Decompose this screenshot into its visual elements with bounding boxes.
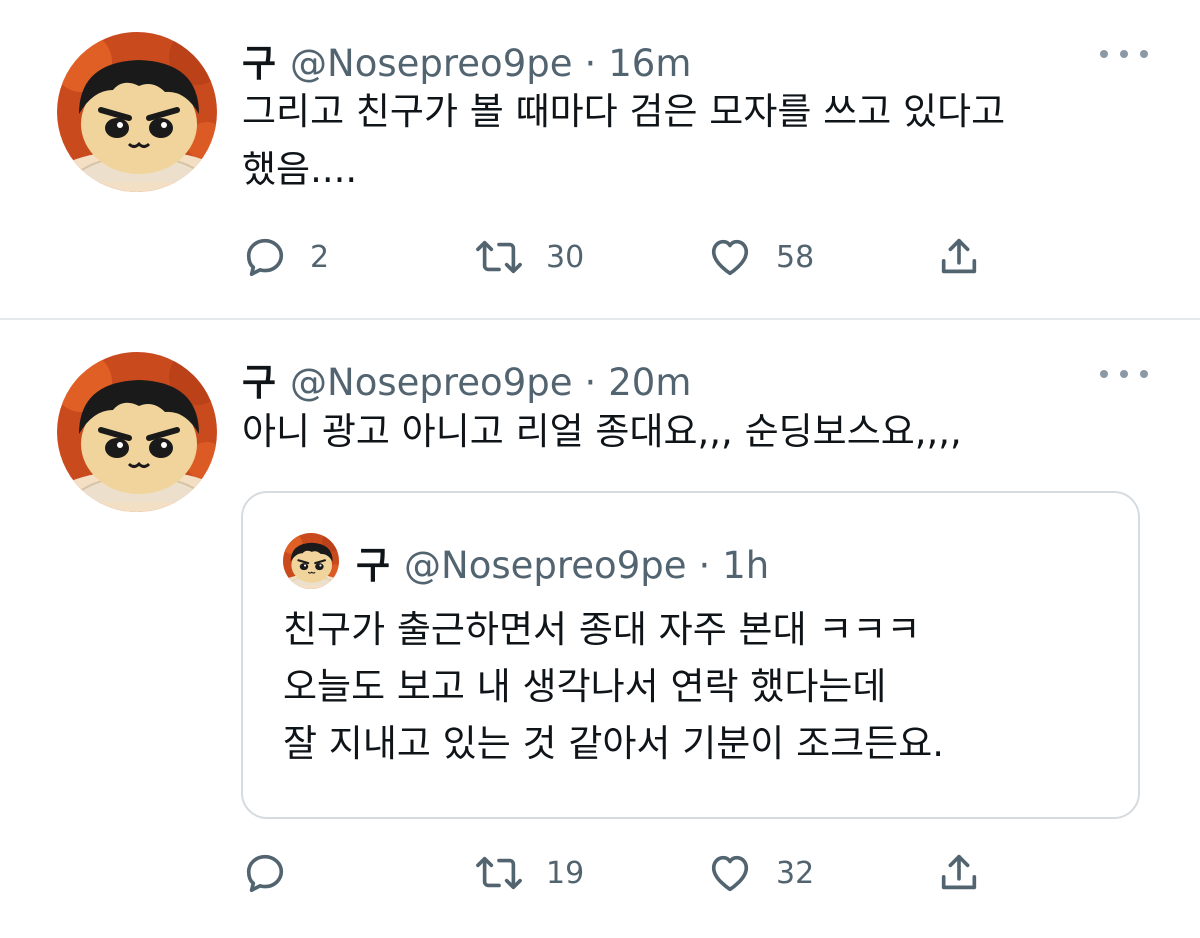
action-bar: 19 32 [242,848,1002,898]
quoted-timestamp[interactable]: 1h [722,544,769,587]
tweet-text: 그리고 친구가 볼 때마다 검은 모자를 쓰고 있다고 했음.... [242,83,1142,199]
reply-count: 2 [310,239,330,275]
tweet[interactable]: 구 @Nosepreo9pe · 16m 그리고 친구가 볼 때마다 검은 모자… [0,0,1200,320]
tweet-text-line: 했음.... [242,148,358,191]
quoted-text-line: 친구가 출근하면서 종대 자주 본대 ㅋㅋㅋ [283,608,921,651]
quoted-avatar[interactable] [283,533,339,589]
display-name[interactable]: 구 [242,352,276,406]
more-icon[interactable] [1100,42,1148,66]
more-icon[interactable] [1100,362,1148,386]
reply-icon [246,854,284,893]
retweet-count: 19 [546,855,585,891]
quoted-display-name[interactable]: 구 [356,535,390,589]
retweet-count: 30 [546,239,585,275]
heart-icon [711,239,749,276]
reply-button[interactable] [242,848,310,898]
tweet-text: 아니 광고 아니고 리얼 종대요,,, 순딩보스요,,,, [242,403,1142,461]
quoted-tweet-header: 구 @Nosepreo9pe · 1h [356,535,769,589]
tweet-header: 구 @Nosepreo9pe · 20m [242,352,691,404]
tweet-header: 구 @Nosepreo9pe · 16m [242,33,691,85]
share-button[interactable] [936,848,982,898]
timestamp[interactable]: 20m [608,361,691,404]
separator-dot: · [584,361,597,404]
quoted-text-line: 오늘도 보고 내 생각나서 연락 했다는데 [283,665,887,708]
tweet-text-line: 그리고 친구가 볼 때마다 검은 모자를 쓰고 있다고 [242,90,1006,133]
like-button[interactable]: 58 [706,232,814,282]
retweet-button[interactable]: 30 [474,232,584,282]
like-count: 58 [776,239,815,275]
quoted-tweet-text: 친구가 출근하면서 종대 자주 본대 ㅋㅋㅋ 오늘도 보고 내 생각나서 연락 … [283,601,944,772]
separator-dot: · [698,544,711,587]
tweet-text-line: 아니 광고 아니고 리얼 종대요,,, 순딩보스요,,,, [242,410,962,453]
user-handle[interactable]: @Nosepreo9pe [290,361,572,404]
retweet-button[interactable]: 19 [474,848,584,898]
user-handle[interactable]: @Nosepreo9pe [290,42,572,85]
reply-icon [246,238,284,277]
retweet-icon [476,856,522,890]
separator-dot: · [584,42,597,85]
like-count: 32 [776,855,815,891]
timestamp[interactable]: 16m [608,42,691,85]
heart-icon [711,855,749,892]
share-icon [941,238,977,274]
display-name[interactable]: 구 [242,33,276,87]
avatar[interactable] [57,32,217,192]
action-bar: 2 30 58 [242,232,1002,282]
share-icon [941,854,977,890]
avatar[interactable] [57,352,217,512]
quoted-tweet[interactable]: 구 @Nosepreo9pe · 1h 친구가 출근하면서 종대 자주 본대 ㅋ… [241,491,1140,819]
reply-button[interactable]: 2 [242,232,329,282]
retweet-icon [476,240,522,274]
share-button[interactable] [936,232,982,282]
quoted-text-line: 잘 지내고 있는 것 같아서 기분이 조크든요. [283,722,945,765]
like-button[interactable]: 32 [706,848,814,898]
quoted-user-handle[interactable]: @Nosepreo9pe [404,544,686,587]
